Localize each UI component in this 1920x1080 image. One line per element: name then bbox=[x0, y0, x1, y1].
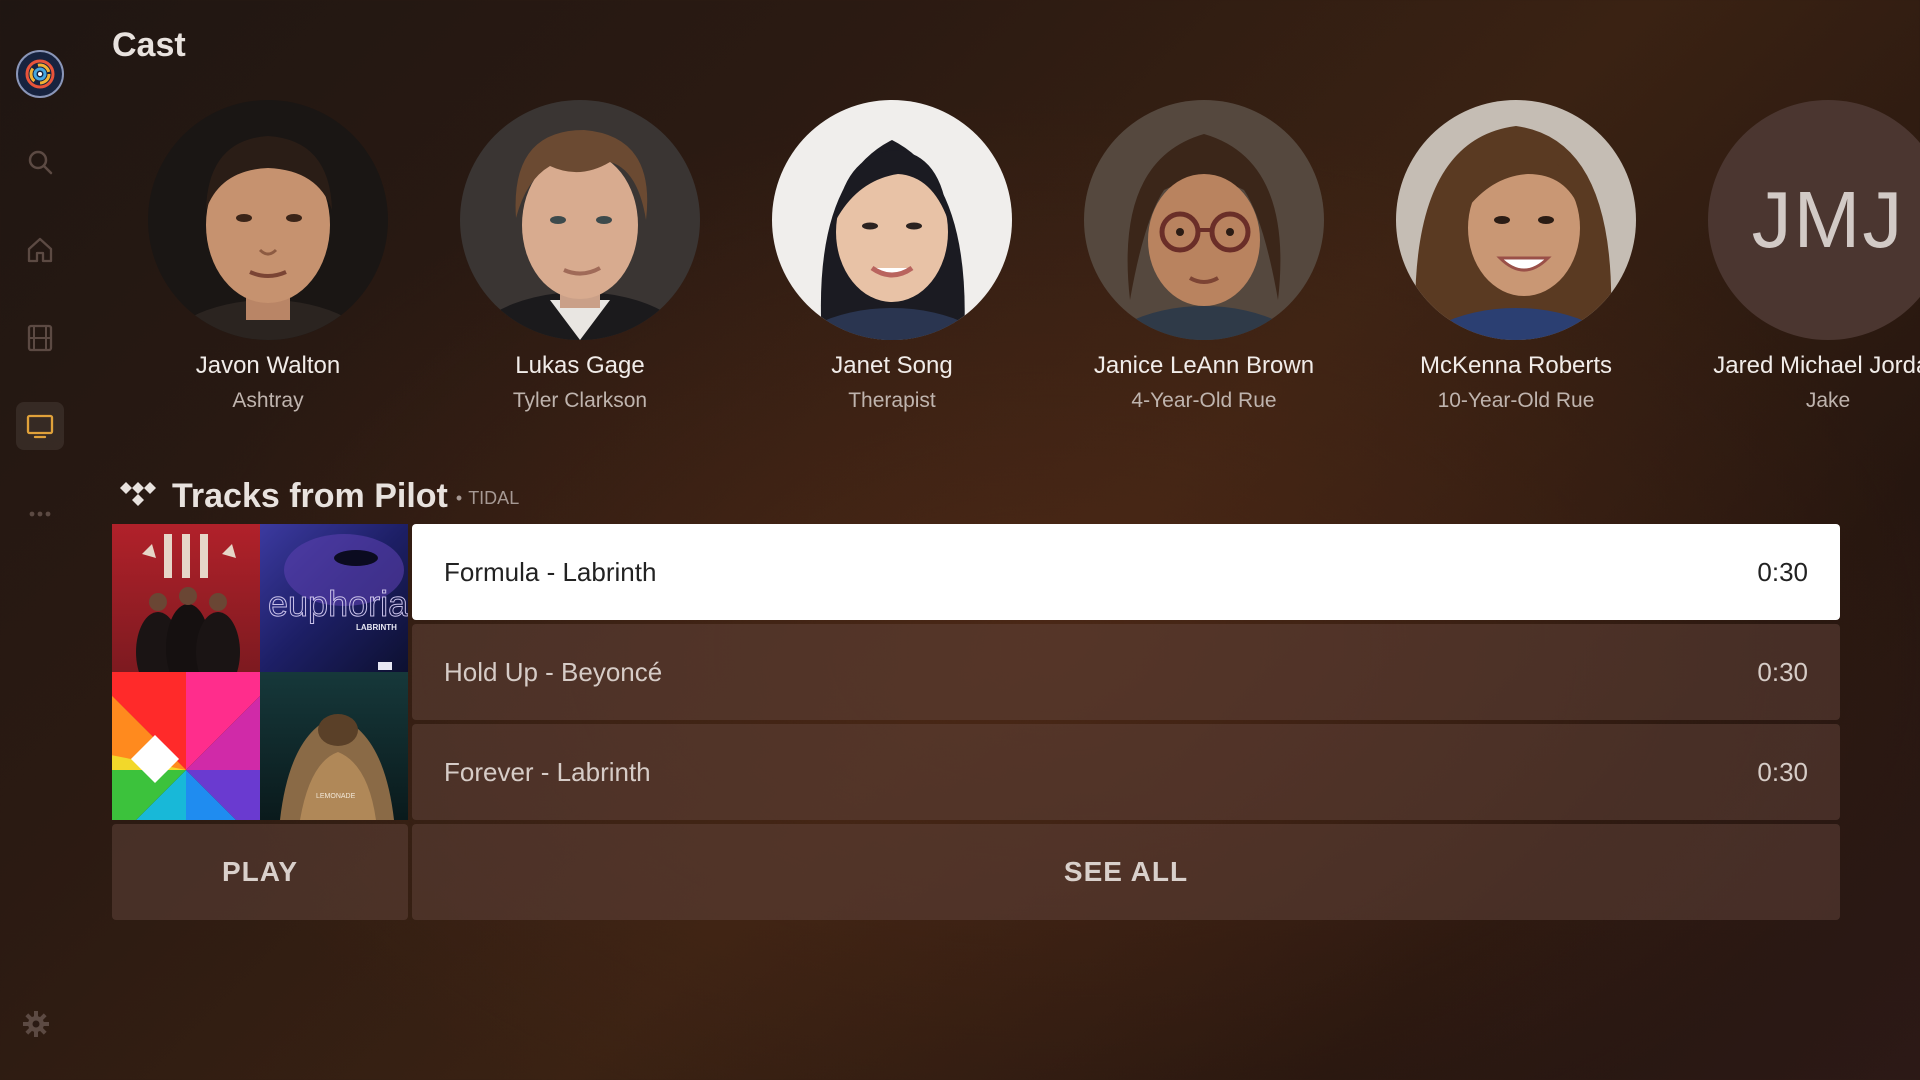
tracks-source: TIDAL bbox=[468, 487, 520, 508]
film-icon[interactable] bbox=[16, 314, 64, 362]
cast-role: 4-Year-Old Rue bbox=[1131, 389, 1277, 412]
track-row[interactable]: Formula - Labrinth 0:30 bbox=[412, 524, 1840, 620]
cast-card[interactable]: JMJ Jared Michael Jordan Jake bbox=[1672, 100, 1920, 420]
tidal-logo-icon bbox=[120, 482, 156, 506]
cast-role: Ashtray bbox=[232, 389, 304, 412]
cast-role: Jake bbox=[1805, 389, 1851, 412]
app-logo-icon[interactable] bbox=[16, 50, 64, 98]
album-text-lemonade: LEMONADE bbox=[316, 793, 356, 800]
tv-icon[interactable] bbox=[16, 402, 64, 450]
cast-name: Jared Michael Jordan bbox=[1713, 352, 1920, 379]
track-title: Formula - Labrinth bbox=[444, 556, 657, 587]
album-cover-rainbow bbox=[112, 672, 260, 820]
cast-initials-avatar: JMJ bbox=[1708, 100, 1920, 340]
play-button[interactable]: PLAY bbox=[112, 824, 408, 920]
cast-photo bbox=[772, 100, 1012, 340]
see-all-button[interactable]: SEE ALL bbox=[412, 824, 1840, 920]
album-cover-euphoria: euphoria LABRINTH bbox=[260, 524, 408, 672]
album-text-labrinth: LABRINTH bbox=[356, 623, 397, 632]
tracks-section-title: Tracks from Pilot bbox=[172, 476, 448, 515]
album-cover bbox=[112, 524, 260, 672]
cast-card[interactable]: Lukas Gage Tyler Clarkson bbox=[424, 100, 736, 420]
cast-name: Janice LeAnn Brown bbox=[1093, 352, 1315, 379]
cast-card[interactable]: Janice LeAnn Brown 4-Year-Old Rue bbox=[1048, 100, 1360, 420]
track-duration: 0:30 bbox=[1757, 556, 1808, 587]
track-title: Hold Up - Beyoncé bbox=[444, 656, 663, 687]
home-icon[interactable] bbox=[16, 226, 64, 274]
cast-role: Tyler Clarkson bbox=[512, 389, 648, 412]
more-icon[interactable] bbox=[16, 490, 64, 538]
track-title: Forever - Labrinth bbox=[444, 756, 651, 787]
cast-photo bbox=[460, 100, 700, 340]
album-cover-lemonade: LEMONADE bbox=[260, 672, 408, 820]
album-art-mosaic: euphoria LABRINTH LEMONADE bbox=[112, 524, 408, 820]
cast-card[interactable]: McKenna Roberts 10-Year-Old Rue bbox=[1360, 100, 1672, 420]
track-duration: 0:30 bbox=[1757, 756, 1808, 787]
cast-role: 10-Year-Old Rue bbox=[1437, 389, 1595, 412]
cast-name: Javon Walton bbox=[195, 352, 341, 379]
search-icon[interactable] bbox=[16, 138, 64, 186]
album-text-euphoria: euphoria bbox=[268, 583, 408, 624]
cast-role: Therapist bbox=[848, 389, 936, 412]
cast-photo bbox=[1084, 100, 1324, 340]
cast-name: Janet Song bbox=[831, 352, 953, 379]
cast-section-title: Cast bbox=[112, 26, 186, 64]
cast-card[interactable]: Javon Walton Ashtray bbox=[112, 100, 424, 420]
cast-name: Lukas Gage bbox=[515, 352, 645, 379]
cast-row: Javon Walton Ashtray Lukas Gage Tyler Cl… bbox=[112, 100, 1920, 420]
track-duration: 0:30 bbox=[1757, 656, 1808, 687]
sidebar bbox=[0, 0, 80, 1080]
tracks-separator: • bbox=[455, 487, 463, 508]
cast-name: McKenna Roberts bbox=[1419, 352, 1613, 379]
cast-card[interactable]: Janet Song Therapist bbox=[736, 100, 1048, 420]
gear-icon[interactable] bbox=[12, 1000, 60, 1048]
tracks-header: Tracks from Pilot • TIDAL bbox=[118, 474, 519, 518]
track-row[interactable]: Hold Up - Beyoncé 0:30 bbox=[412, 624, 1840, 720]
track-row[interactable]: Forever - Labrinth 0:30 bbox=[412, 724, 1840, 820]
cast-photo bbox=[1396, 100, 1636, 340]
cast-photo bbox=[148, 100, 388, 340]
